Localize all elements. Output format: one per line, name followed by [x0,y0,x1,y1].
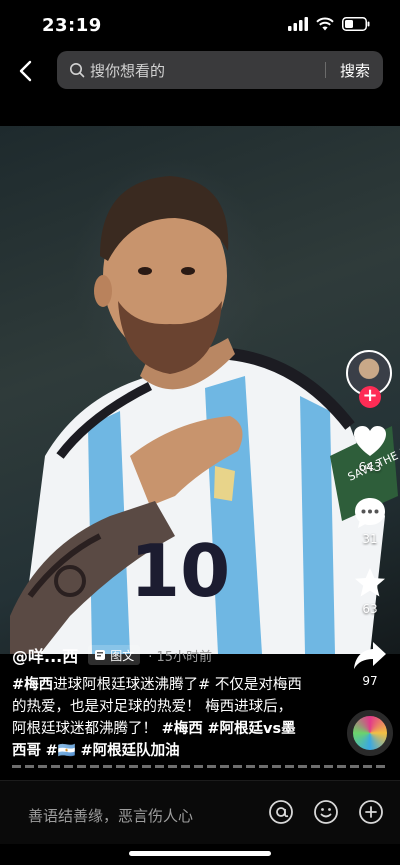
music-disc[interactable] [347,710,393,756]
hashtag-link[interactable]: #梅西 [12,677,53,693]
heart-icon [354,426,386,456]
video-player[interactable]: SAVE THE PLANET 10 [0,126,400,654]
post-type-label: 图文 [110,648,135,663]
search-input[interactable]: 搜你想看的 搜索 [57,51,383,89]
post-caption: #梅西进球阿根廷球迷沸腾了# 不仅是对梅西的热爱，也是对足球的热爱！ 梅西进球后… [12,674,302,762]
search-button[interactable]: 搜索 [340,60,370,81]
share-arrow-icon [354,642,386,669]
player-photo: SAVE THE PLANET 10 [10,176,400,654]
at-icon[interactable] [268,799,294,825]
add-icon[interactable] [358,799,384,825]
emoji-icon[interactable] [313,799,339,825]
search-placeholder: 搜你想看的 [90,62,166,80]
like-count: 643 [358,460,382,474]
follow-button[interactable]: + [359,386,381,408]
signal-icon [288,17,308,31]
comment-count: 31 [362,532,378,546]
search-divider [325,62,326,78]
image-progress-indicator [12,765,388,768]
author-name[interactable]: @咩...西 [12,643,78,667]
share-count: 97 [362,674,378,688]
hashtag-link[interactable]: #阿根廷队加油 [80,743,179,759]
star-icon [355,568,385,597]
comment-button[interactable]: 31 [346,496,394,546]
comment-input[interactable]: 善语结善缘，恶言伤人心 [28,805,193,826]
status-time: 23:19 [42,15,102,36]
back-button[interactable] [12,56,38,86]
favorite-count: 63 [362,602,378,616]
like-button[interactable]: 643 [346,424,394,474]
jersey-number: 10 [130,529,230,613]
battery-icon [342,17,370,31]
author-row: @咩...西 图文 · 15小时前 [12,643,212,667]
favorite-button[interactable]: 63 [346,566,394,616]
status-icons [288,17,370,31]
hashtag-link[interactable]: #梅西 [162,721,203,737]
hashtag-link[interactable]: #🇦🇷 [46,743,76,759]
post-time: · 15小时前 [148,649,213,665]
share-button[interactable]: 97 [346,640,394,688]
comment-icon [355,498,385,528]
image-post-icon [95,650,106,660]
home-indicator [129,851,271,856]
search-icon [70,63,85,78]
search-header: 搜你想看的 搜索 [0,48,400,96]
post-type-tag: 图文 [88,645,141,665]
status-bar: 23:19 [0,0,400,48]
wifi-icon [316,17,334,31]
comment-bar: 善语结善缘，恶言伤人心 [0,780,400,844]
back-arrow-icon [19,60,32,82]
